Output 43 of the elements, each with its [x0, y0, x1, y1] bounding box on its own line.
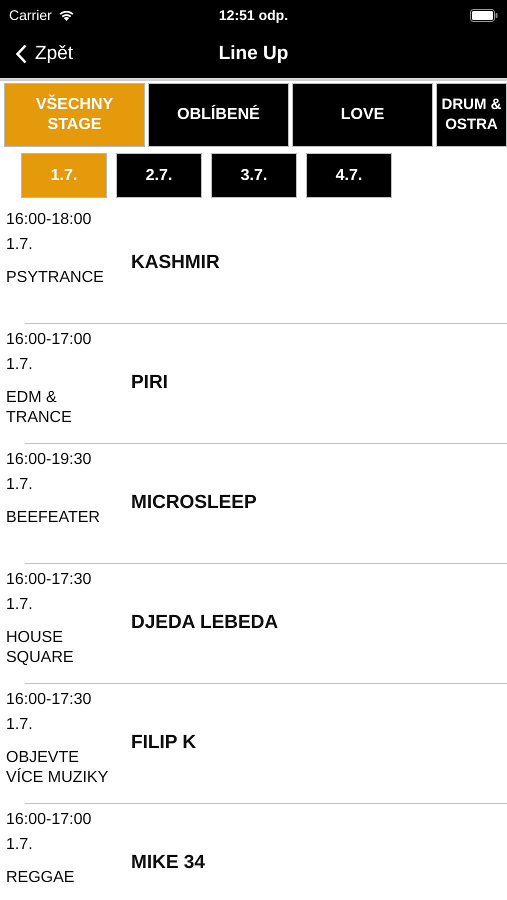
artist-name: DJEDA LEBEDA: [131, 611, 278, 636]
day-tab[interactable]: 3.7.: [211, 153, 297, 198]
artist-name: PIRI: [131, 371, 168, 396]
date-text: 1.7.: [6, 355, 34, 375]
stage-text: REGGAE: [6, 868, 76, 888]
stage-tab[interactable]: LOVE: [292, 83, 433, 147]
performance-row[interactable]: 16:00-18:00 1.7. PSYTRANCE KASHMIR: [0, 204, 507, 323]
battery-icon: [470, 8, 498, 22]
day-tab[interactable]: 2.7.: [116, 153, 202, 198]
artist-name: MICROSLEEP: [131, 491, 257, 516]
date-text: 1.7.: [6, 235, 34, 255]
day-tab[interactable]: 4.7.: [306, 153, 392, 198]
chevron-left-icon: [16, 44, 27, 64]
artist-name: KASHMIR: [131, 251, 220, 276]
stage-text: HOUSE SQUARE: [6, 628, 75, 668]
stage-text: PSYTRANCE: [6, 268, 105, 288]
time-text: 16:00-17:30: [6, 570, 92, 590]
back-button[interactable]: Zpět: [0, 40, 74, 68]
performance-row[interactable]: 16:00-17:00 1.7. REGGAE MIKE 34: [0, 804, 507, 900]
wifi-icon: [58, 9, 75, 21]
stage-tab[interactable]: DRUM & OSTRA: [436, 83, 507, 147]
stage-text: EDM & TRANCE: [6, 388, 73, 428]
date-text: 1.7.: [6, 595, 34, 615]
artist-name: MIKE 34: [131, 851, 205, 876]
time-text: 16:00-18:00: [6, 210, 92, 230]
performance-row[interactable]: 16:00-17:00 1.7. EDM & TRANCE PIRI: [0, 324, 507, 443]
time-text: 16:00-17:00: [6, 810, 92, 830]
screen-title: Line Up: [218, 42, 288, 66]
performance-row[interactable]: 16:00-17:30 1.7. HOUSE SQUARE DJEDA LEBEDA: [0, 564, 507, 683]
stage-text: OBJEVTE VÍCE MUZIKY: [6, 748, 110, 788]
performance-row[interactable]: 16:00-19:30 1.7. BEEFEATER MICROSLEEP: [0, 444, 507, 563]
date-text: 1.7.: [6, 835, 34, 855]
clock: 12:51 odp.: [218, 6, 288, 25]
carrier-label: Carrier: [9, 6, 52, 24]
time-text: 16:00-17:00: [6, 330, 92, 350]
time-text: 16:00-19:30: [6, 450, 92, 470]
time-text: 16:00-17:30: [6, 690, 92, 710]
artist-name: FILIP K: [131, 731, 196, 756]
performance-row[interactable]: 16:00-17:30 1.7. OBJEVTE VÍCE MUZIKY FILIP K: [0, 684, 507, 803]
date-text: 1.7.: [6, 715, 34, 735]
date-text: 1.7.: [6, 475, 34, 495]
stage-tab[interactable]: OBLÍBENÉ: [148, 83, 289, 147]
stage-text: BEEFEATER: [6, 508, 101, 528]
